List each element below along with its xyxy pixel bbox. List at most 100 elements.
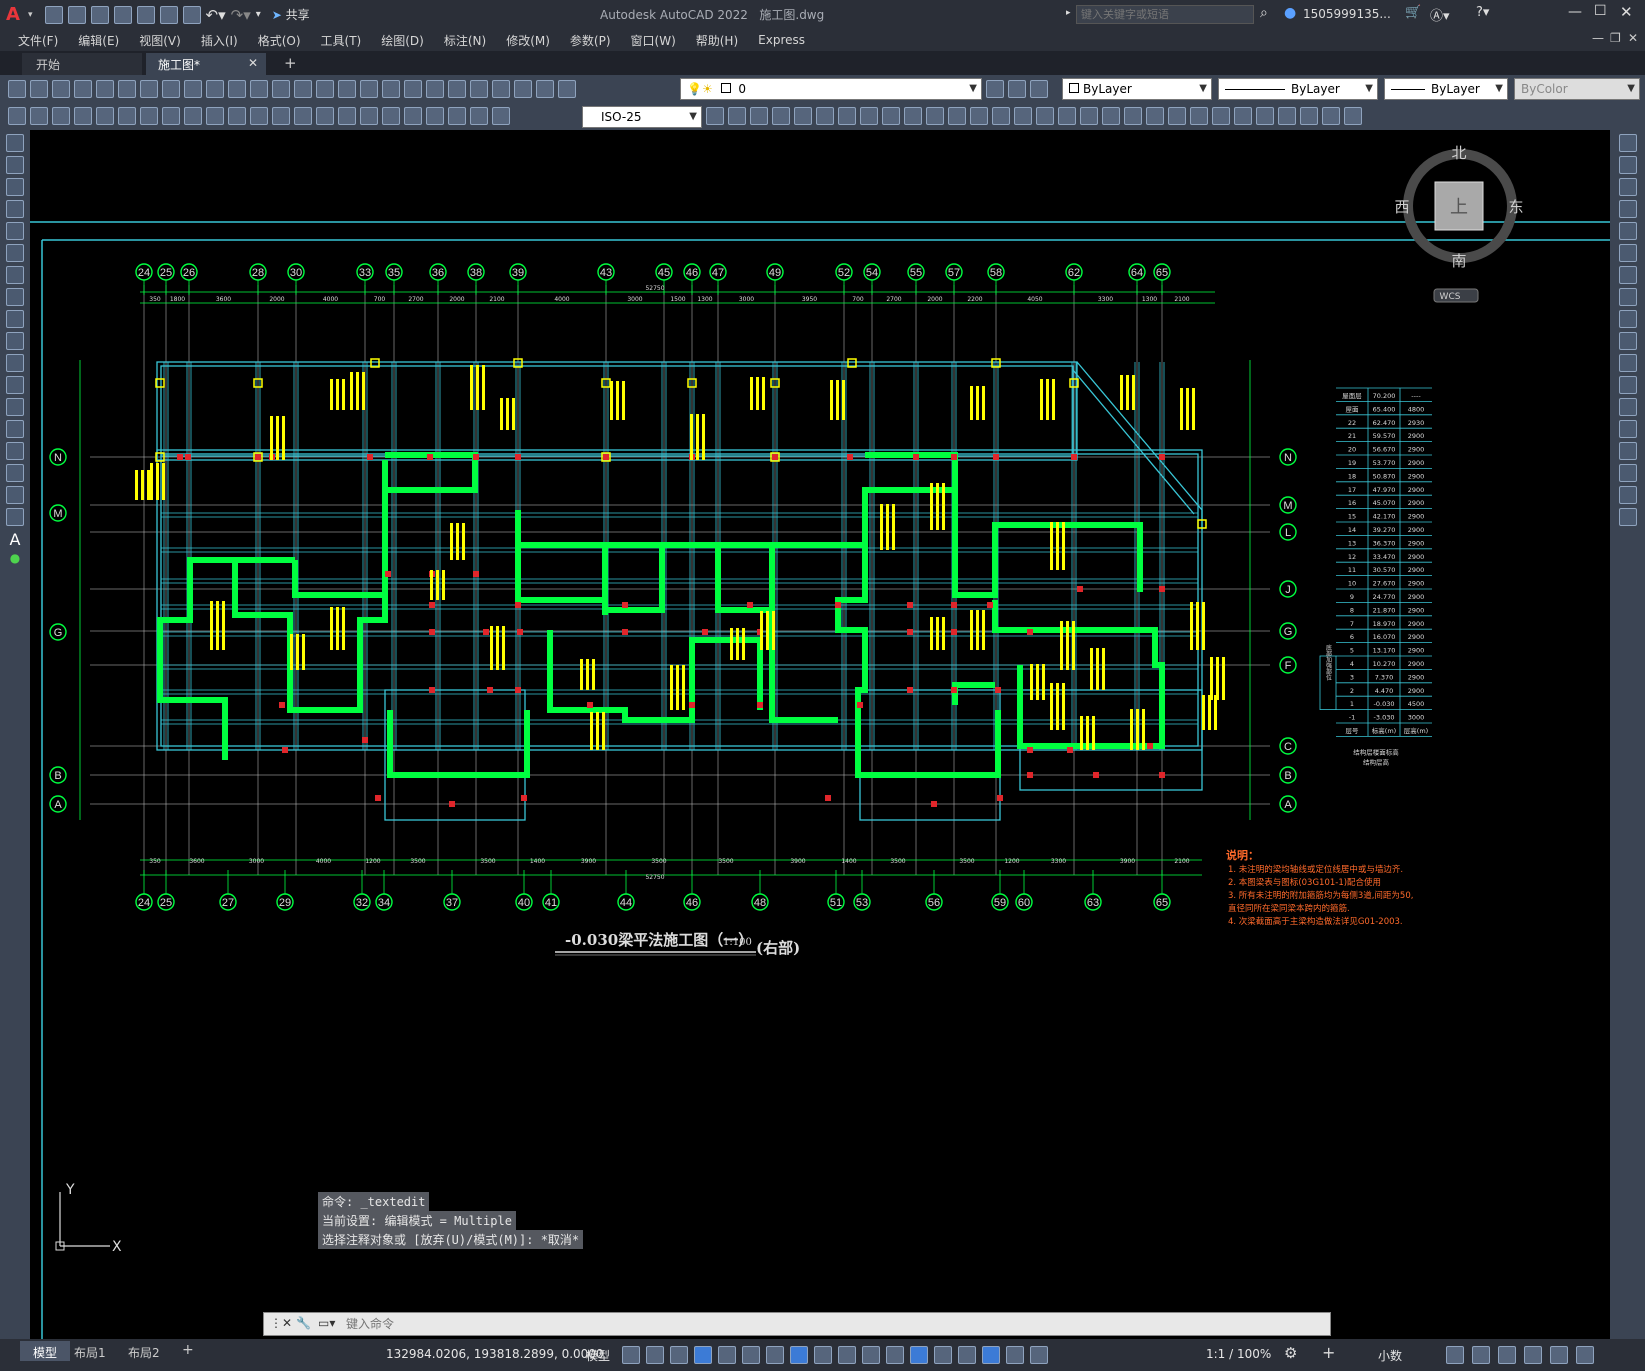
jogged-linear-icon[interactable] [426, 107, 444, 125]
menu-view[interactable]: 视图(V) [139, 32, 181, 49]
dim-style-icon[interactable] [706, 107, 724, 125]
command-input[interactable] [346, 1315, 1306, 1333]
image-icon[interactable] [1278, 107, 1296, 125]
write-block-icon[interactable] [1190, 107, 1208, 125]
copy-obj-icon[interactable] [750, 107, 768, 125]
3d-osnap-icon[interactable] [886, 1346, 904, 1364]
line-icon[interactable] [6, 134, 24, 152]
break-icon[interactable] [970, 107, 988, 125]
tab-start[interactable]: 开始 [22, 53, 142, 75]
cart-icon[interactable]: 🛒 [1405, 5, 1421, 20]
help-tb-icon[interactable] [536, 80, 554, 98]
tab-drawing[interactable]: 施工图* ✕ [146, 53, 266, 75]
save-as-icon[interactable] [113, 5, 132, 24]
draworder-icon[interactable] [1080, 107, 1098, 125]
print-icon[interactable] [182, 5, 201, 24]
new-icon[interactable] [44, 5, 63, 24]
construction-line-icon[interactable] [6, 156, 24, 174]
menu-window[interactable]: 窗口(W) [631, 32, 676, 49]
command-prompt-icon[interactable]: ▭▾ [318, 1316, 335, 1330]
layout-tab-2[interactable]: 布局2 [128, 1344, 160, 1361]
chamfer-side-icon[interactable] [1618, 442, 1637, 460]
search-icon[interactable]: ⌕ [1260, 5, 1268, 21]
isolate-objects-icon[interactable] [1498, 1346, 1516, 1364]
linetype-dropdown[interactable]: ByLayer ▼ [1218, 78, 1378, 100]
plot-icon[interactable] [74, 80, 92, 98]
stretch-icon[interactable] [904, 107, 922, 125]
dim-baseline-icon[interactable] [272, 107, 290, 125]
isodraft-icon[interactable] [742, 1346, 760, 1364]
add-layout-icon[interactable]: + [182, 1342, 194, 1358]
color-dropdown[interactable]: ByLayer ▼ [1062, 78, 1212, 100]
doc-restore-icon[interactable]: ❐ [1610, 31, 1621, 45]
zoom-realtime-icon[interactable] [338, 80, 356, 98]
layout-tab-1[interactable]: 布局1 [74, 1344, 106, 1361]
block-icon[interactable] [6, 398, 24, 416]
quick-dim-icon[interactable] [250, 107, 268, 125]
point-icon[interactable] [6, 420, 24, 438]
chamfer-icon[interactable] [1014, 107, 1032, 125]
add-selected-icon[interactable]: ● [0, 551, 30, 565]
app-menu-chevron-icon[interactable]: ▾ [28, 10, 33, 20]
trim-icon[interactable] [926, 107, 944, 125]
attribute-icon[interactable] [1212, 107, 1230, 125]
dim-linear-icon[interactable] [74, 107, 92, 125]
layer-properties-icon[interactable] [558, 80, 576, 98]
cut-icon[interactable] [162, 80, 180, 98]
save-file-icon[interactable] [52, 80, 70, 98]
scale-icon[interactable] [882, 107, 900, 125]
extend-side-icon[interactable] [1618, 354, 1637, 372]
pan-icon[interactable] [316, 80, 334, 98]
make-block-icon[interactable] [1168, 107, 1186, 125]
quick-properties-icon[interactable] [1446, 1346, 1464, 1364]
user-icon[interactable]: ● [1284, 5, 1296, 21]
stretch-side-icon[interactable] [1618, 310, 1637, 328]
tool-palettes-icon[interactable] [448, 80, 466, 98]
menu-parametric[interactable]: 参数(P) [570, 32, 611, 49]
export-icon[interactable] [136, 5, 155, 24]
otrack-icon[interactable] [766, 1346, 784, 1364]
preview-icon[interactable] [96, 80, 114, 98]
tab-close-icon[interactable]: ✕ [248, 56, 258, 70]
redo-tb-icon[interactable] [294, 80, 312, 98]
block-attdef-icon[interactable] [1234, 107, 1252, 125]
selection-cycling-icon[interactable] [862, 1346, 880, 1364]
customize-icon[interactable]: 🔧 [296, 1316, 311, 1330]
xref-icon[interactable] [1256, 107, 1274, 125]
ortho-icon[interactable] [694, 1346, 712, 1364]
array-side-icon[interactable] [1618, 222, 1637, 240]
annotation-visibility-icon[interactable] [982, 1346, 1000, 1364]
help-icon[interactable]: ?▾ [1476, 5, 1489, 20]
publish-icon[interactable] [159, 5, 178, 24]
minimize-icon[interactable]: — [1568, 4, 1582, 20]
mirror-icon[interactable] [772, 107, 790, 125]
save-icon[interactable] [90, 5, 109, 24]
quickcalc-icon[interactable] [514, 80, 532, 98]
dim-space-icon[interactable] [316, 107, 334, 125]
undo-icon[interactable]: ↶▾ [206, 6, 226, 24]
polar-icon[interactable] [718, 1346, 736, 1364]
grid-icon[interactable] [622, 1346, 640, 1364]
trim-side-icon[interactable] [1618, 332, 1637, 350]
polyline-icon[interactable] [6, 178, 24, 196]
undo-tb-icon[interactable] [272, 80, 290, 98]
autodesk-a360-icon[interactable]: Ⓐ▾ [1430, 5, 1450, 24]
markup-icon[interactable] [492, 80, 510, 98]
model-space-button[interactable]: 模型 [586, 1347, 610, 1364]
drawing-canvas[interactable]: 24 25 26 28 30 33 35 36 38 39 43 45 46 47 49 52 54 55 57 58… [30, 130, 1610, 1339]
layer-previous-icon[interactable] [1008, 80, 1026, 98]
layer-merge-icon[interactable] [52, 107, 70, 125]
explode-icon[interactable] [1058, 107, 1076, 125]
customization-icon[interactable] [1576, 1346, 1594, 1364]
dim-jogged-icon[interactable] [184, 107, 202, 125]
hatch-icon[interactable] [1300, 107, 1318, 125]
mirror-side-icon[interactable] [1618, 178, 1637, 196]
arc-icon[interactable] [6, 244, 24, 262]
move-side-icon[interactable] [1618, 244, 1637, 262]
dimstyle-dropdown[interactable]: ISO-25 ▼ [582, 106, 702, 128]
join-side-icon[interactable] [1618, 420, 1637, 438]
autocad-logo-icon[interactable]: A [6, 4, 28, 26]
gradient-icon[interactable] [1322, 107, 1340, 125]
dim-arc-icon[interactable] [118, 107, 136, 125]
menu-format[interactable]: 格式(O) [258, 32, 301, 49]
